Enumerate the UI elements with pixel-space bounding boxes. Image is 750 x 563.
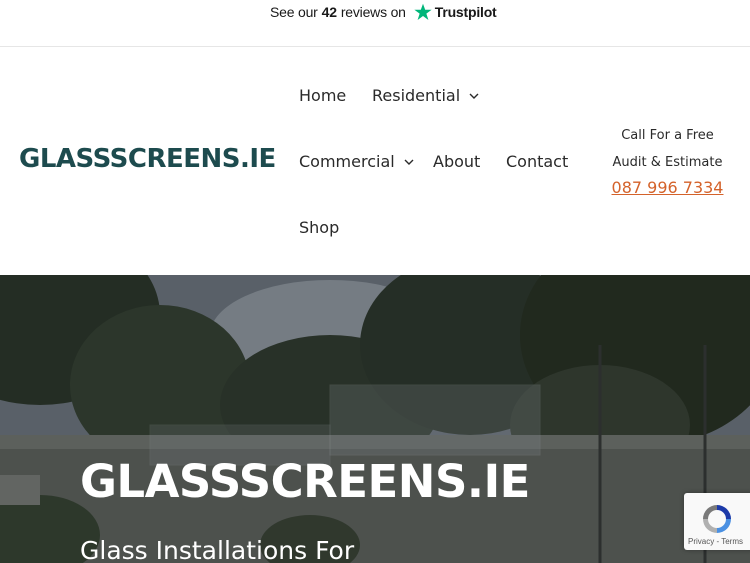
privacy-link[interactable]: Privacy	[688, 537, 714, 546]
nav-label: Shop	[299, 218, 340, 237]
hero-subtitle: Glass Installations For	[80, 536, 355, 563]
header-cta: Call For a Free Audit & Estimate 087 996…	[600, 122, 735, 200]
review-count: 42	[321, 4, 337, 20]
page: See our 42 reviews on Trustpilot GLASSSC…	[0, 0, 750, 563]
link-separator: -	[716, 537, 720, 546]
nav-item-contact[interactable]: Contact	[506, 152, 568, 172]
nav-item-residential[interactable]: Residential	[372, 86, 479, 106]
nav-item-shop[interactable]: Shop	[299, 218, 339, 238]
nav-item-commercial[interactable]: Commercial	[299, 152, 414, 172]
nav-label: Commercial	[299, 152, 395, 171]
phone-link[interactable]: 087 996 7334	[600, 176, 735, 200]
terms-link[interactable]: Terms	[721, 537, 743, 546]
cta-line-1: Call For a Free	[621, 128, 714, 143]
nav-label: Residential	[372, 86, 461, 105]
chevron-down-icon	[404, 159, 414, 166]
recaptcha-links: Privacy - Terms	[688, 537, 743, 546]
chevron-down-icon	[469, 93, 479, 100]
nav-label: Contact	[506, 152, 569, 171]
cta-line-2: Audit & Estimate	[612, 155, 723, 170]
nav-item-home[interactable]: Home	[299, 86, 346, 106]
hero-overlay	[0, 275, 750, 563]
trustpilot-star-icon	[414, 3, 432, 21]
nav-label: Home	[299, 86, 347, 105]
recaptcha-badge[interactable]: Privacy - Terms	[684, 493, 750, 550]
trustpilot-bar: See our 42 reviews on Trustpilot	[0, 0, 750, 47]
nav-label: About	[433, 152, 481, 171]
trustpilot-brand: Trustpilot	[434, 4, 497, 20]
hero-banner: GLASSSCREENS.IE Glass Installations For	[0, 275, 750, 563]
trustpilot-suffix: reviews on	[340, 4, 406, 20]
hero-title: GLASSSCREENS.IE	[80, 455, 530, 508]
trustpilot-prefix: See our	[270, 4, 318, 20]
trustpilot-widget[interactable]: See our 42 reviews on Trustpilot	[270, 0, 497, 24]
nav-item-about[interactable]: About	[433, 152, 480, 172]
site-logo[interactable]: GLASSSCREENS.IE	[19, 144, 276, 174]
site-header: GLASSSCREENS.IE Home Residential Commerc…	[0, 48, 750, 275]
recaptcha-logo-icon	[700, 502, 734, 541]
